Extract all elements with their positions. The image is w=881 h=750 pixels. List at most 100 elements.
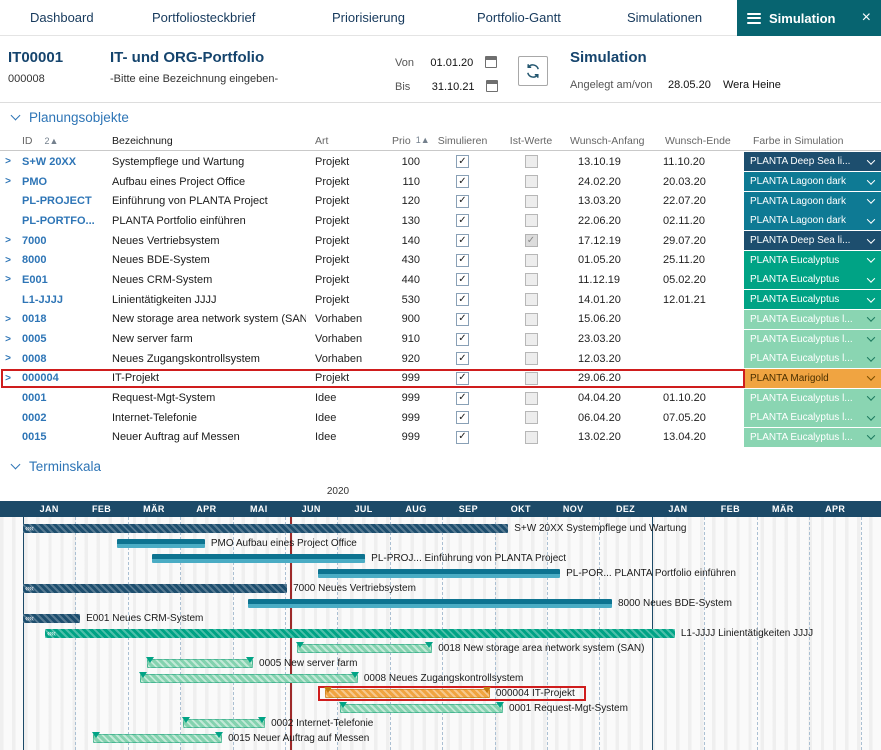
color-select[interactable]: PLANTA Eucalyptus [744, 290, 881, 309]
row-id[interactable]: 7000 [16, 235, 101, 247]
gantt-bar[interactable]: «« [23, 524, 508, 533]
row-id[interactable]: 8000 [16, 254, 101, 266]
menu-icon[interactable] [747, 13, 761, 24]
tab-simulationen[interactable]: Simulationen [627, 0, 702, 36]
actuals-checkbox[interactable] [525, 372, 538, 385]
col-simulieren[interactable]: Simulieren [424, 135, 501, 147]
actuals-checkbox[interactable] [525, 254, 538, 267]
simulate-checkbox[interactable]: ✓ [456, 372, 469, 385]
gantt-bar[interactable] [183, 719, 265, 728]
gantt-bar[interactable] [325, 689, 490, 698]
section-terminskala[interactable]: Terminskala [0, 455, 881, 477]
simulate-checkbox[interactable]: ✓ [456, 313, 469, 326]
row-id[interactable]: 0008 [16, 353, 101, 365]
color-select[interactable]: PLANTA Eucalyptus l... [744, 428, 881, 447]
actuals-checkbox[interactable] [525, 293, 538, 306]
gantt-bar[interactable] [152, 554, 365, 563]
col-ist-werte[interactable]: Ist-Werte [501, 135, 561, 147]
simulate-checkbox[interactable]: ✓ [456, 155, 469, 168]
simulate-checkbox[interactable]: ✓ [456, 411, 469, 424]
row-id[interactable]: 0015 [16, 431, 101, 443]
gantt-bar[interactable] [340, 704, 503, 713]
col-bezeichnung[interactable]: Bezeichnung [101, 135, 306, 147]
actuals-checkbox[interactable] [525, 352, 538, 365]
simulate-checkbox[interactable]: ✓ [456, 352, 469, 365]
gantt-bar[interactable] [318, 569, 560, 578]
expand-chevron-icon[interactable]: > [0, 235, 16, 246]
gantt-bar[interactable] [297, 644, 432, 653]
gantt-bar[interactable]: «« [23, 584, 287, 593]
color-select[interactable]: PLANTA Lagoon dark [744, 172, 881, 191]
simulate-checkbox[interactable]: ✓ [456, 273, 469, 286]
actuals-checkbox[interactable] [525, 333, 538, 346]
section-planungsobjekte[interactable]: Planungsobjekte [0, 106, 881, 128]
row-id[interactable]: L1-JJJJ [16, 294, 101, 306]
actuals-checkbox[interactable] [525, 431, 538, 444]
gantt-bar[interactable] [93, 734, 222, 743]
tab-priorisierung[interactable]: Priorisierung [332, 0, 405, 36]
von-date-field[interactable]: 01.01.20 [430, 57, 473, 69]
gantt-bar[interactable] [117, 539, 205, 548]
gantt-bar[interactable]: «« [45, 629, 675, 638]
row-id[interactable]: 0018 [16, 313, 101, 325]
actuals-checkbox[interactable] [525, 214, 538, 227]
expand-chevron-icon[interactable]: > [0, 255, 16, 266]
row-id[interactable]: PL-PORTFO... [16, 215, 101, 227]
expand-chevron-icon[interactable]: > [0, 353, 16, 364]
row-id[interactable]: S+W 20XX [16, 156, 101, 168]
simulate-checkbox[interactable]: ✓ [456, 293, 469, 306]
col-art[interactable]: Art [306, 135, 384, 147]
simulate-checkbox[interactable]: ✓ [456, 333, 469, 346]
simulate-checkbox[interactable]: ✓ [456, 234, 469, 247]
calendar-icon[interactable] [485, 56, 497, 68]
color-select[interactable]: PLANTA Lagoon dark [744, 192, 881, 211]
portfolio-subtitle[interactable]: -Bitte eine Bezeichnung eingeben- [110, 73, 278, 85]
bis-date-field[interactable]: 31.10.21 [432, 81, 475, 93]
row-id[interactable]: 0001 [16, 392, 101, 404]
row-id[interactable]: PMO [16, 176, 101, 188]
gantt-bar[interactable] [140, 674, 358, 683]
calendar-icon[interactable] [486, 80, 498, 92]
actuals-checkbox[interactable] [525, 175, 538, 188]
tab-portfolio-gantt[interactable]: Portfolio-Gantt [477, 0, 561, 36]
row-id[interactable]: PL-PROJECT [16, 195, 101, 207]
expand-chevron-icon[interactable]: > [0, 334, 16, 345]
actuals-checkbox[interactable] [525, 155, 538, 168]
color-select[interactable]: PLANTA Marigold [744, 369, 881, 388]
row-id[interactable]: 000004 [16, 372, 101, 384]
expand-chevron-icon[interactable]: > [0, 176, 16, 187]
expand-chevron-icon[interactable]: > [0, 156, 16, 167]
expand-chevron-icon[interactable]: > [0, 274, 16, 285]
tab-portfoliosteckbrief[interactable]: Portfoliosteckbrief [152, 0, 255, 36]
color-select[interactable]: PLANTA Eucalyptus l... [744, 408, 881, 427]
actuals-checkbox[interactable] [525, 273, 538, 286]
simulate-checkbox[interactable]: ✓ [456, 214, 469, 227]
actuals-checkbox[interactable]: ✓ [525, 234, 538, 247]
gantt-bar[interactable] [248, 599, 612, 608]
close-icon[interactable]: × [862, 10, 871, 26]
color-select[interactable]: PLANTA Eucalyptus [744, 270, 881, 289]
color-select[interactable]: PLANTA Deep Sea li... [744, 152, 881, 171]
simulate-checkbox[interactable]: ✓ [456, 175, 469, 188]
actuals-checkbox[interactable] [525, 392, 538, 405]
col-wunsch-anfang[interactable]: Wunsch-Anfang [561, 135, 651, 147]
col-farbe[interactable]: Farbe in Simulation [744, 135, 881, 147]
color-select[interactable]: PLANTA Deep Sea li... [744, 231, 881, 250]
color-select[interactable]: PLANTA Eucalyptus [744, 251, 881, 270]
gantt-bar[interactable] [147, 659, 253, 668]
color-select[interactable]: PLANTA Eucalyptus l... [744, 310, 881, 329]
expand-chevron-icon[interactable]: > [0, 314, 16, 325]
color-select[interactable]: PLANTA Eucalyptus l... [744, 330, 881, 349]
color-select[interactable]: PLANTA Eucalyptus l... [744, 389, 881, 408]
row-id[interactable]: E001 [16, 274, 101, 286]
actuals-checkbox[interactable] [525, 411, 538, 424]
color-select[interactable]: PLANTA Lagoon dark [744, 211, 881, 230]
simulate-checkbox[interactable]: ✓ [456, 195, 469, 208]
color-select[interactable]: PLANTA Eucalyptus l... [744, 349, 881, 368]
row-id[interactable]: 0005 [16, 333, 101, 345]
tab-dashboard[interactable]: Dashboard [30, 0, 94, 36]
actuals-checkbox[interactable] [525, 313, 538, 326]
col-wunsch-ende[interactable]: Wunsch-Ende [651, 135, 744, 147]
gantt-bar[interactable]: «« [23, 614, 80, 623]
simulate-checkbox[interactable]: ✓ [456, 254, 469, 267]
